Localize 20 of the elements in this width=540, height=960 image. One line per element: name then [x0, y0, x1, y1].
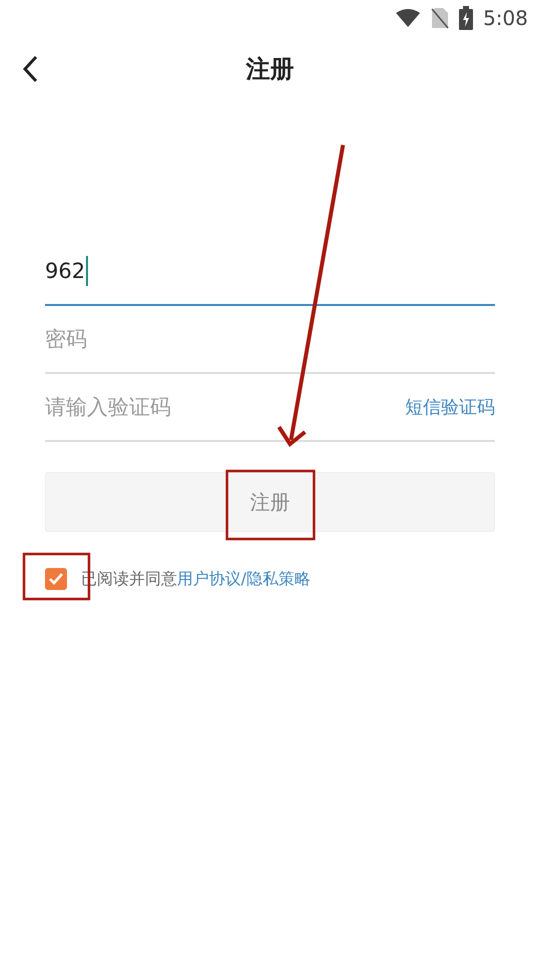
input-field[interactable]: 请输入验证码 短信验证码: [45, 374, 495, 442]
page-title: 注册: [246, 54, 294, 85]
privacy-policy-link[interactable]: 隐私策略: [246, 568, 310, 588]
back-icon[interactable]: [22, 55, 38, 83]
agreement-checkbox[interactable]: [45, 568, 67, 590]
sms-code-link[interactable]: 短信验证码: [405, 395, 495, 419]
field-placeholder: 请输入验证码: [45, 394, 171, 421]
text-cursor: [86, 256, 88, 286]
input-field[interactable]: 密码: [45, 306, 495, 374]
register-button[interactable]: 注册: [45, 472, 495, 532]
user-agreement-link[interactable]: 用户协议: [177, 568, 241, 588]
field-placeholder: 密码: [45, 326, 87, 353]
wifi-icon: [395, 8, 422, 28]
separator: /: [241, 568, 246, 588]
no-sim-icon: [431, 7, 450, 29]
status-time: 5:08: [483, 6, 528, 30]
input-field[interactable]: 962: [45, 238, 495, 306]
field-value: 962: [45, 259, 86, 283]
check-icon: [48, 572, 64, 586]
battery-icon: [459, 6, 474, 30]
